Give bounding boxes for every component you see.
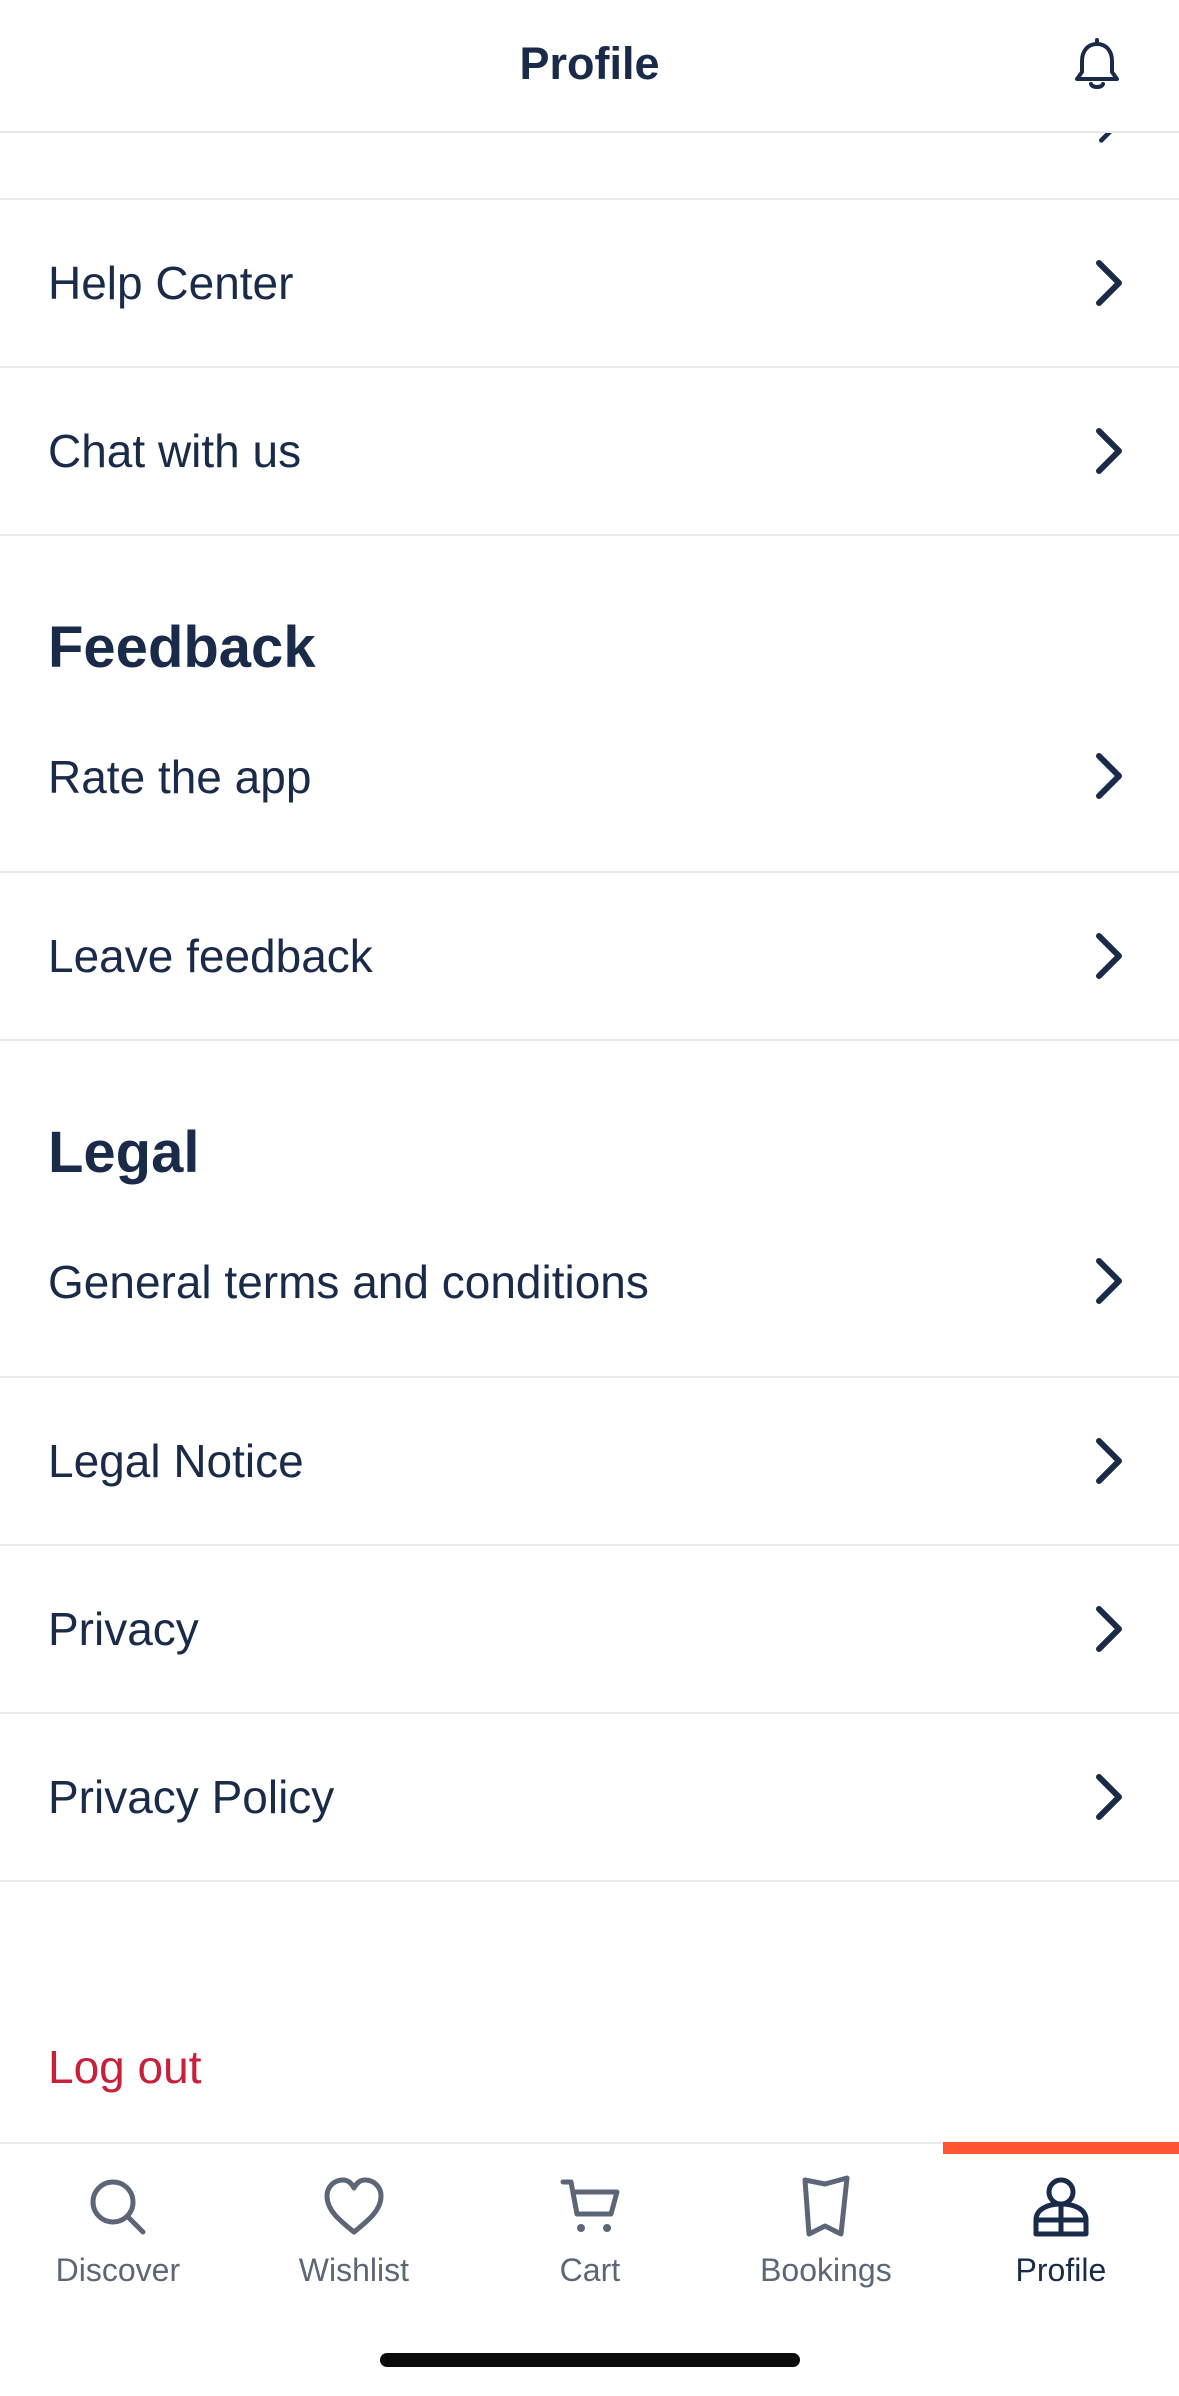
- tab-label: Cart: [559, 2252, 621, 2288]
- tab-label: Bookings: [760, 2252, 892, 2288]
- chevron-right-icon: [1096, 260, 1122, 306]
- top-header: Profile: [0, 0, 1179, 133]
- tab-bookings[interactable]: Bookings: [708, 2144, 944, 2304]
- section-title: Legal: [48, 1120, 200, 1185]
- list-item-label: Chat with us: [48, 425, 302, 477]
- list-item-general-terms[interactable]: General terms and conditions: [0, 1209, 1179, 1378]
- section-header-legal: Legal: [0, 1041, 1179, 1209]
- list-item-label: General terms and conditions: [48, 1256, 649, 1308]
- list-item-partial[interactable]: [0, 107, 1179, 200]
- heart-icon: [324, 2177, 384, 2235]
- list-item-leave-feedback[interactable]: Leave feedback: [0, 873, 1179, 1041]
- ticket-icon: [802, 2175, 850, 2237]
- chevron-right-icon: [1096, 1606, 1122, 1652]
- chevron-right-icon: [1096, 1438, 1122, 1484]
- tab-profile[interactable]: Profile: [943, 2144, 1179, 2304]
- list-item-label: Rate the app: [48, 751, 312, 803]
- list-item-privacy[interactable]: Privacy: [0, 1546, 1179, 1714]
- tab-label: Discover: [55, 2252, 181, 2288]
- list-item-chat-with-us[interactable]: Chat with us: [0, 368, 1179, 536]
- list-item-privacy-policy[interactable]: Privacy Policy: [0, 1714, 1179, 1882]
- tab-label: Wishlist: [298, 2252, 409, 2288]
- list-item-help-center[interactable]: Help Center: [0, 200, 1179, 368]
- search-icon: [90, 2179, 146, 2235]
- list-item-rate-the-app[interactable]: Rate the app: [0, 704, 1179, 873]
- tab-label: Profile: [1015, 2252, 1107, 2288]
- list-item-label: Privacy Policy: [48, 1771, 335, 1823]
- tab-discover[interactable]: Discover: [0, 2144, 236, 2304]
- chevron-right-icon: [1096, 428, 1122, 474]
- page-title: Profile: [519, 38, 660, 89]
- chevron-right-icon: [1096, 1258, 1122, 1304]
- profile-icon: [1033, 2177, 1089, 2237]
- logout-section: Log out: [0, 1882, 1179, 2146]
- chevron-right-icon: [1096, 1774, 1122, 1820]
- list-item-label: Help Center: [48, 257, 294, 309]
- tab-wishlist[interactable]: Wishlist: [236, 2144, 472, 2304]
- section-title: Feedback: [48, 615, 316, 680]
- chevron-right-icon: [1096, 933, 1122, 979]
- home-indicator: [380, 2353, 800, 2367]
- list-item-label: Legal Notice: [48, 1435, 304, 1487]
- chevron-right-icon: [1096, 753, 1122, 799]
- cart-icon: [560, 2179, 620, 2232]
- profile-list: Help Center Chat with us Feedback Rate t…: [0, 107, 1179, 2146]
- logout-button[interactable]: Log out: [48, 2040, 201, 2094]
- list-item-label: Leave feedback: [48, 930, 373, 982]
- list-item-legal-notice[interactable]: Legal Notice: [0, 1378, 1179, 1546]
- list-item-label: Privacy: [48, 1603, 199, 1655]
- section-header-feedback: Feedback: [0, 536, 1179, 704]
- tab-cart[interactable]: Cart: [472, 2144, 708, 2304]
- bell-icon[interactable]: [1067, 36, 1127, 96]
